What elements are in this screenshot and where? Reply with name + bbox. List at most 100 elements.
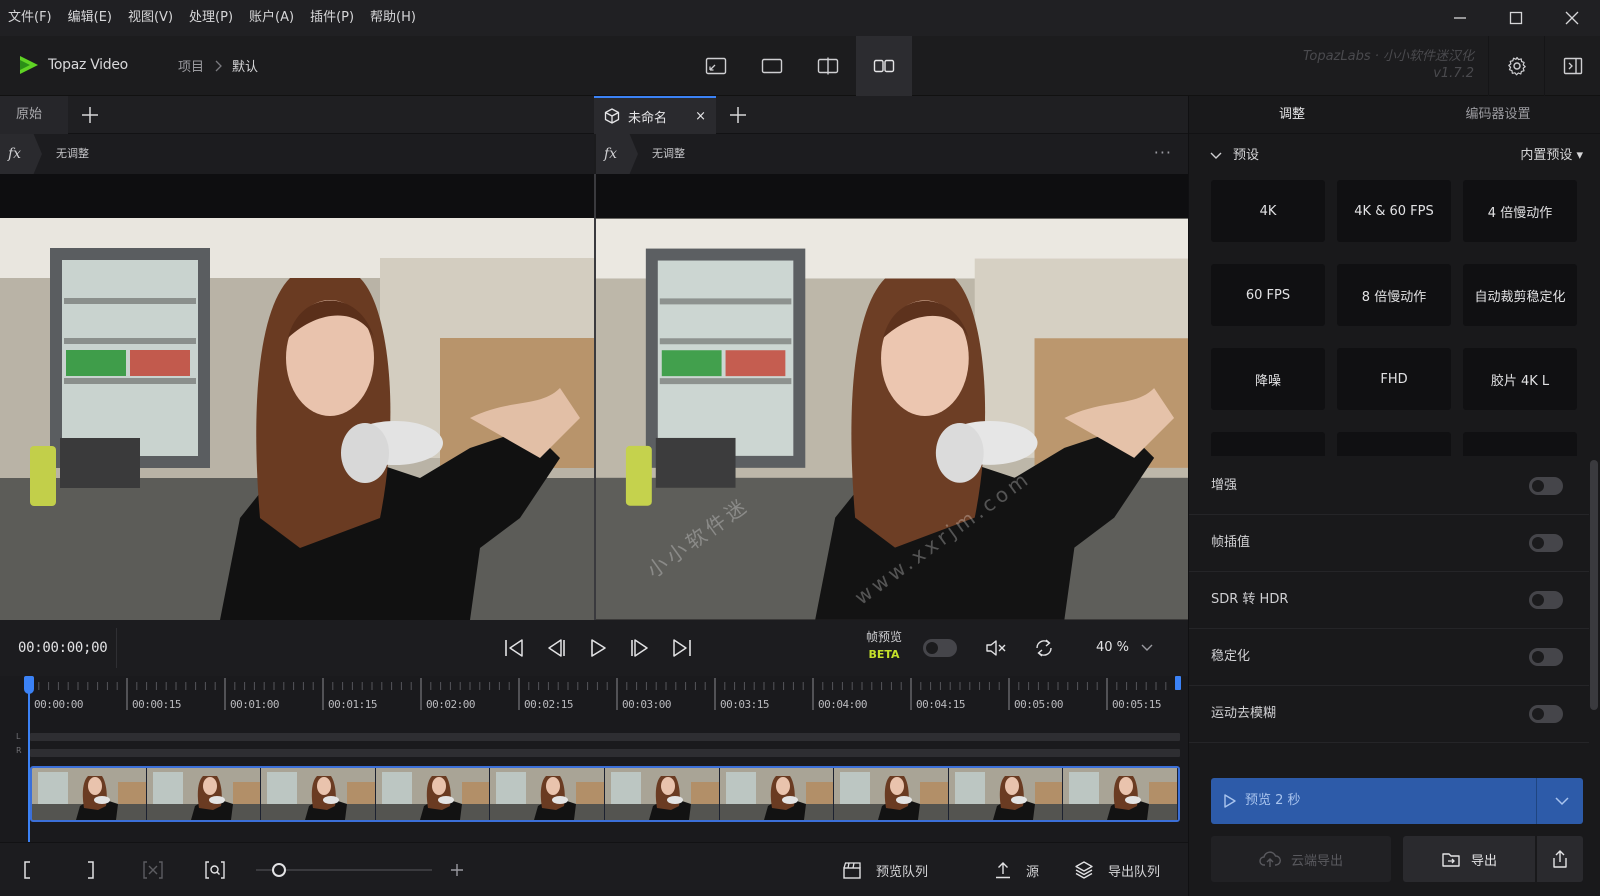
viewer-divider[interactable]: [594, 174, 596, 620]
share-button[interactable]: [1537, 836, 1583, 882]
zoom-to-fit-button[interactable]: [200, 855, 230, 885]
playhead[interactable]: [28, 676, 30, 842]
view-mode-split[interactable]: [800, 36, 856, 96]
frame-thumbnail: [834, 768, 948, 820]
timeline-ruler[interactable]: [28, 676, 1180, 712]
zoom-level[interactable]: 40 %: [1096, 620, 1129, 676]
more-options-button[interactable]: ···: [1154, 134, 1172, 172]
preset-grid: 4K 4K & 60 FPS 4 倍慢动作 60 FPS 8 倍慢动作 自动裁剪稳定化降噪…: [1211, 180, 1583, 456]
preview-button[interactable]: 预览 2 秒: [1211, 778, 1583, 824]
presets-header[interactable]: 预设 内置预设 ▾: [1189, 134, 1600, 178]
view-mode-single-zoom[interactable]: [688, 36, 744, 96]
frame-thumbnail: [32, 768, 146, 820]
timeline-zoom-slider[interactable]: [256, 863, 432, 877]
settings-button[interactable]: [1488, 36, 1544, 96]
zoom-slider-handle[interactable]: [272, 863, 286, 877]
previous-frame-button[interactable]: [540, 632, 572, 664]
zoom-in-button[interactable]: [442, 855, 472, 885]
menu-edit[interactable]: 编辑(E): [60, 0, 120, 36]
next-frame-button[interactable]: [624, 632, 656, 664]
filmstrip-frame: [834, 768, 949, 820]
export-queue-button[interactable]: 导出队列: [1074, 843, 1160, 896]
frame-preview-toggle[interactable]: [923, 639, 957, 657]
frame-interpolation-toggle[interactable]: [1529, 534, 1563, 552]
left-fx-label: 无调整: [56, 147, 89, 160]
preset-button[interactable]: 降噪: [1211, 348, 1325, 410]
clapperboard-icon: [843, 862, 861, 879]
source-button[interactable]: 源: [994, 843, 1039, 896]
tab-original[interactable]: 原始: [0, 96, 68, 134]
enhance-toggle[interactable]: [1529, 477, 1563, 495]
mute-button[interactable]: [982, 634, 1010, 662]
tab-encoder-settings[interactable]: 编码器设置: [1395, 96, 1600, 133]
preset-button[interactable]: [1337, 432, 1451, 456]
playhead-handle[interactable]: [24, 676, 34, 694]
add-tab-button-left[interactable]: [70, 96, 110, 134]
chevron-down-icon[interactable]: [1553, 792, 1571, 810]
video-processed[interactable]: [596, 218, 1188, 620]
ruler-label: 00:04:15: [916, 698, 965, 711]
preset-button[interactable]: 8 倍慢动作: [1337, 264, 1451, 326]
video-original[interactable]: [0, 218, 594, 620]
menu-account[interactable]: 账户(A): [241, 0, 302, 36]
preview-queue-button[interactable]: 预览队列: [842, 843, 928, 896]
maximize-button[interactable]: [1488, 0, 1544, 36]
fx-icon[interactable]: fx: [0, 134, 42, 174]
play-button[interactable]: [582, 632, 614, 664]
menu-file[interactable]: 文件(F): [0, 0, 60, 36]
preset-button[interactable]: 60 FPS: [1211, 264, 1325, 326]
builtin-presets-dropdown[interactable]: 内置预设 ▾: [1520, 134, 1583, 178]
filmstrip-frame: [604, 768, 720, 820]
go-to-start-button[interactable]: [498, 632, 530, 664]
panel-scrollbar[interactable]: [1590, 460, 1598, 710]
sdr-to-hdr-toggle[interactable]: [1529, 591, 1563, 609]
add-tab-button-right[interactable]: [718, 96, 758, 134]
preset-button[interactable]: [1463, 432, 1577, 456]
close-window-button[interactable]: [1544, 0, 1600, 36]
out-point-marker[interactable]: [1175, 676, 1181, 690]
ruler-label: 00:03:00: [622, 698, 671, 711]
minimize-button[interactable]: [1432, 0, 1488, 36]
preset-button[interactable]: 胶片 4K L: [1463, 348, 1577, 410]
go-to-end-button[interactable]: [666, 632, 698, 664]
stabilization-toggle[interactable]: [1529, 648, 1563, 666]
tab-untitled[interactable]: 未命名 ×: [594, 96, 716, 134]
set-out-point-button[interactable]: [76, 855, 106, 885]
preset-button[interactable]: 4K: [1211, 180, 1325, 242]
clear-range-button[interactable]: [138, 855, 168, 885]
single-view-icon: [761, 58, 783, 74]
frame-thumbnail: [261, 768, 375, 820]
view-mode-side-by-side[interactable]: [856, 36, 912, 96]
plus-icon: [451, 864, 463, 876]
preset-button[interactable]: FHD: [1337, 348, 1451, 410]
window-controls: [1432, 0, 1600, 36]
app-name: Topaz Video: [48, 57, 128, 73]
video-filmstrip[interactable]: [30, 766, 1180, 822]
preset-button[interactable]: 自动裁剪稳定化: [1463, 264, 1577, 326]
fx-icon[interactable]: fx: [596, 134, 638, 174]
preset-button[interactable]: 4 倍慢动作: [1463, 180, 1577, 242]
preset-button[interactable]: [1211, 432, 1325, 456]
preset-button[interactable]: 4K & 60 FPS: [1337, 180, 1451, 242]
menu-view[interactable]: 视图(V): [120, 0, 181, 36]
breadcrumb-current[interactable]: 默认: [232, 56, 258, 75]
toggle-panel-button[interactable]: [1544, 36, 1600, 96]
loop-button[interactable]: [1030, 634, 1058, 662]
audio-track-right: [30, 749, 1180, 757]
menu-process[interactable]: 处理(P): [181, 0, 241, 36]
export-button[interactable]: 导出: [1403, 836, 1535, 882]
tab-close-button[interactable]: ×: [695, 109, 706, 124]
cloud-export-label: 云端导出: [1290, 853, 1343, 869]
breadcrumb-project[interactable]: 项目: [178, 56, 204, 75]
brand-version: v1.7.2: [1433, 66, 1474, 81]
timecode[interactable]: 00:00:00;00: [18, 620, 108, 676]
view-mode-single[interactable]: [744, 36, 800, 96]
tab-adjust[interactable]: 调整: [1189, 96, 1395, 133]
cloud-export-button[interactable]: 云端导出: [1211, 836, 1391, 882]
motion-deblur-toggle[interactable]: [1529, 705, 1563, 723]
menu-help[interactable]: 帮助(H): [362, 0, 424, 36]
timeline[interactable]: 00:00:00 00:00:15 00:01:00 00:01:15 00:02:00…: [0, 676, 1188, 842]
set-in-point-button[interactable]: [12, 855, 42, 885]
chevron-down-icon[interactable]: [1140, 640, 1154, 654]
menu-plugins[interactable]: 插件(P): [302, 0, 362, 36]
